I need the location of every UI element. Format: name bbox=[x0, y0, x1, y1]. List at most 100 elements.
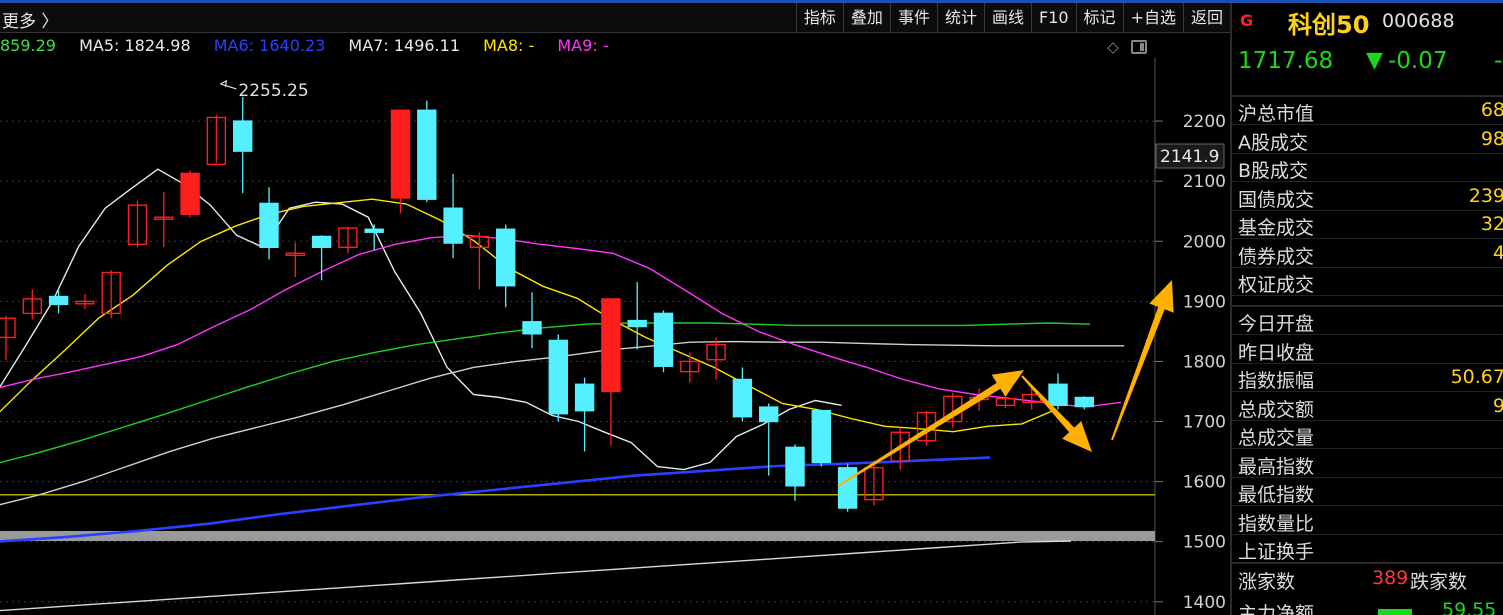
candle bbox=[732, 367, 753, 422]
candle bbox=[75, 294, 95, 310]
candle-body bbox=[574, 383, 595, 412]
last-price: 1717.68 bbox=[1238, 48, 1334, 74]
ma4-value: 859.29 bbox=[0, 36, 65, 55]
index-stat-row[interactable]: 指数振幅 50.67 bbox=[1232, 364, 1503, 392]
index-stat-row[interactable]: 上证换手 bbox=[1232, 535, 1503, 563]
candle-body bbox=[443, 207, 463, 244]
window-toggle-icon[interactable] bbox=[1131, 40, 1147, 54]
candle-body bbox=[1074, 396, 1095, 408]
market-badge: G bbox=[1240, 11, 1254, 30]
candle bbox=[653, 310, 674, 373]
mark-button[interactable]: 标记 bbox=[1075, 3, 1123, 33]
ma8-label: MA8: bbox=[483, 36, 529, 55]
down-arrow-icon: ▼ bbox=[1366, 48, 1383, 73]
candle bbox=[101, 270, 121, 319]
index-stat-label: 总成交额 bbox=[1238, 398, 1315, 421]
market-stat-row[interactable]: 权证成交 bbox=[1232, 268, 1503, 296]
market-stat-label: 沪总市值 bbox=[1238, 103, 1315, 125]
tick-label: 2000 bbox=[1183, 232, 1226, 252]
market-stat-row[interactable]: B股成交 bbox=[1232, 154, 1503, 182]
candle bbox=[706, 337, 726, 380]
more-link[interactable]: 更多 〉 bbox=[2, 7, 58, 32]
candle bbox=[154, 191, 174, 248]
candle-body bbox=[180, 172, 200, 215]
tick-label: 1500 bbox=[1183, 533, 1226, 553]
chart-labels: 2255.25 bbox=[220, 79, 309, 101]
ma4-number: 859.29 bbox=[0, 36, 56, 55]
candle bbox=[232, 97, 253, 194]
market-stat-label: A股成交 bbox=[1238, 131, 1308, 154]
index-stat-label: 上证换手 bbox=[1238, 541, 1315, 563]
candle-body bbox=[417, 109, 437, 200]
toolbar-button-group: 指标 叠加 事件 统计 画线 F10 标记 +自选 返回 bbox=[795, 3, 1230, 33]
index-stat-row[interactable]: 总成交额 9 bbox=[1232, 393, 1503, 421]
main-flow-label: 主力净额 bbox=[1238, 603, 1315, 615]
market-stat-value: 4 bbox=[1493, 242, 1503, 264]
candle-body bbox=[601, 298, 621, 393]
ma6-number: 1640.23 bbox=[259, 36, 326, 55]
market-stat-label: 基金成交 bbox=[1238, 217, 1315, 239]
candlestick-chart[interactable]: 2200 2100 2000 1900 1800 1700 1600 1500 1400 2141… bbox=[0, 58, 1230, 615]
index-stat-row[interactable]: 总成交量 bbox=[1232, 421, 1503, 449]
candle-body bbox=[259, 202, 279, 248]
grid-lines bbox=[0, 120, 1155, 603]
candle-body bbox=[0, 317, 16, 339]
candle-body bbox=[732, 378, 753, 418]
diamond-icon[interactable]: ◇ bbox=[1104, 38, 1122, 56]
back-button[interactable]: 返回 bbox=[1182, 3, 1230, 33]
main-flow-row: 主力净额 59.55 bbox=[1232, 597, 1503, 615]
index-stat-label: 总成交量 bbox=[1238, 427, 1315, 449]
index-stat-row[interactable]: 今日开盘 bbox=[1232, 307, 1503, 335]
candle bbox=[548, 334, 568, 422]
trend-arrow-target-shape bbox=[1111, 280, 1174, 441]
index-stat-row[interactable]: 指数量比 bbox=[1232, 507, 1503, 535]
index-code: 000688 bbox=[1382, 10, 1455, 32]
market-stat-row[interactable]: 沪总市值 68 bbox=[1232, 97, 1503, 125]
ma-legend: 859.29 MA5: 1824.98 MA6: 1640.23 MA7: 14… bbox=[0, 36, 1150, 58]
market-stat-row[interactable]: 国债成交 239 bbox=[1232, 183, 1503, 211]
candle bbox=[601, 298, 621, 446]
add-watchlist-button[interactable]: +自选 bbox=[1122, 3, 1183, 33]
advancers-label: 涨家数 bbox=[1238, 571, 1296, 593]
index-stat-value: 50.67 bbox=[1450, 366, 1503, 388]
candle bbox=[1074, 396, 1095, 410]
index-stat-row[interactable]: 最低指数 bbox=[1232, 478, 1503, 506]
f10-button[interactable]: F10 bbox=[1030, 3, 1076, 33]
trend-arrows bbox=[837, 280, 1174, 487]
candle bbox=[759, 403, 779, 476]
candles bbox=[0, 97, 1095, 512]
candle bbox=[180, 170, 200, 218]
market-stat-row[interactable]: 债券成交 4 bbox=[1232, 240, 1503, 268]
candle bbox=[259, 187, 279, 260]
market-stat-row[interactable]: 基金成交 32 bbox=[1232, 211, 1503, 239]
market-stat-row[interactable]: A股成交 98 bbox=[1232, 126, 1503, 154]
events-button[interactable]: 事件 bbox=[889, 3, 937, 33]
tick-label: 2100 bbox=[1183, 172, 1226, 192]
candle bbox=[680, 352, 700, 383]
market-stat-label: 国债成交 bbox=[1238, 188, 1315, 211]
candle bbox=[22, 289, 42, 320]
index-stat-row[interactable]: 最高指数 bbox=[1232, 450, 1503, 478]
indicator-button[interactable]: 指标 bbox=[795, 3, 843, 33]
chart-toolbar: 更多 〉 指标 叠加 事件 统计 画线 F10 标记 +自选 返回 bbox=[0, 3, 1230, 33]
market-stat-value: 239 bbox=[1468, 184, 1503, 207]
candle-body bbox=[785, 446, 805, 487]
decliners-label: 跌家数 bbox=[1410, 571, 1468, 593]
ma9-label: MA9: bbox=[557, 36, 603, 55]
candle bbox=[522, 292, 542, 349]
market-stat-label: B股成交 bbox=[1238, 160, 1309, 182]
index-stat-row[interactable]: 昨日收盘 bbox=[1232, 336, 1503, 364]
line-MA5 bbox=[0, 168, 842, 471]
candle bbox=[48, 290, 69, 314]
overlay-button[interactable]: 叠加 bbox=[842, 3, 890, 33]
draw-line-button[interactable]: 画线 bbox=[983, 3, 1031, 33]
candle bbox=[785, 444, 805, 501]
statistics-button[interactable]: 统计 bbox=[936, 3, 984, 33]
candle-body bbox=[311, 235, 332, 248]
panel-divider bbox=[1232, 562, 1503, 564]
main-flow-bar bbox=[1378, 609, 1412, 615]
ma5-value: MA5: 1824.98 bbox=[79, 36, 200, 55]
market-stat-label: 债券成交 bbox=[1238, 245, 1315, 268]
candle-body bbox=[390, 109, 411, 199]
ma5-label: MA5: bbox=[79, 36, 125, 55]
